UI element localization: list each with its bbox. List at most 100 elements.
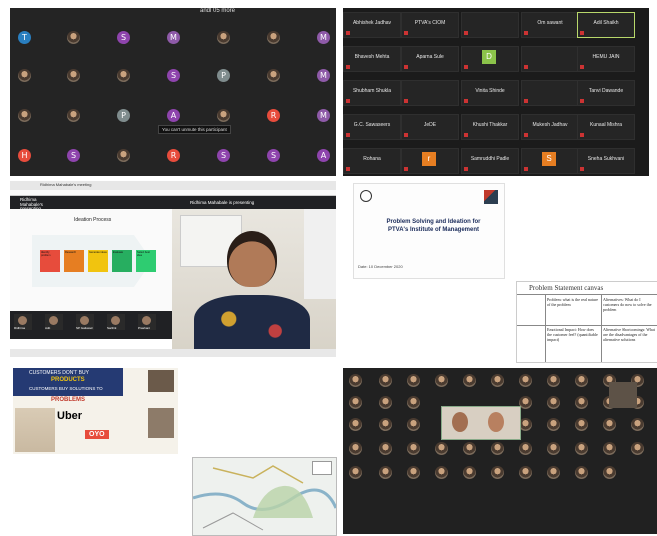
participant-avatar[interactable] bbox=[267, 69, 280, 82]
participant-avatar[interactable] bbox=[463, 374, 476, 387]
participant-avatar[interactable] bbox=[575, 442, 588, 455]
participant-avatar[interactable]: M bbox=[317, 31, 330, 44]
participant-avatar[interactable] bbox=[379, 466, 392, 479]
participant-avatar[interactable] bbox=[575, 396, 588, 409]
participant-avatar[interactable]: R bbox=[267, 109, 280, 122]
participant-avatar[interactable]: S bbox=[67, 149, 80, 162]
participant-tile[interactable]: PTVA's CIOM bbox=[401, 12, 459, 38]
participant-avatar[interactable] bbox=[547, 396, 560, 409]
participant-tile[interactable] bbox=[461, 12, 519, 38]
participant-avatar[interactable] bbox=[575, 374, 588, 387]
participant-avatar[interactable] bbox=[519, 442, 532, 455]
participant-avatar[interactable]: S bbox=[117, 31, 130, 44]
participant-tile[interactable]: S bbox=[521, 148, 579, 174]
participant-avatar[interactable]: P bbox=[217, 69, 230, 82]
participant-thumb[interactable]: Adit bbox=[45, 314, 63, 330]
participant-avatar[interactable] bbox=[349, 396, 362, 409]
participant-tile[interactable]: Shubham Shukla bbox=[343, 80, 401, 106]
participant-avatar[interactable] bbox=[547, 374, 560, 387]
participant-avatar[interactable] bbox=[435, 374, 448, 387]
participant-avatar[interactable] bbox=[267, 31, 280, 44]
participant-tile[interactable]: HEMU JAIN bbox=[577, 46, 635, 72]
participant-avatar[interactable]: S bbox=[217, 149, 230, 162]
participant-avatar[interactable] bbox=[407, 396, 420, 409]
participant-avatar[interactable] bbox=[217, 109, 230, 122]
participant-avatar[interactable]: S bbox=[167, 69, 180, 82]
participant-avatar[interactable] bbox=[407, 466, 420, 479]
participant-thumb[interactable]: Ridhima bbox=[14, 314, 32, 330]
participant-tile[interactable]: Khushi Thakkar bbox=[461, 114, 519, 140]
participant-avatar[interactable] bbox=[491, 374, 504, 387]
browser-tab[interactable]: Ridhima Mahabale's meeting bbox=[40, 182, 91, 187]
participant-avatar[interactable]: T bbox=[18, 31, 31, 44]
participant-avatar[interactable] bbox=[18, 109, 31, 122]
participant-tile[interactable]: Adil Shaikh bbox=[577, 12, 635, 38]
participant-avatar[interactable] bbox=[519, 374, 532, 387]
participant-avatar[interactable]: M bbox=[167, 31, 180, 44]
participant-tile[interactable]: r bbox=[401, 148, 459, 174]
participant-avatar[interactable] bbox=[463, 466, 476, 479]
participant-avatar[interactable] bbox=[547, 442, 560, 455]
participant-avatar[interactable] bbox=[435, 442, 448, 455]
participant-avatar[interactable] bbox=[18, 69, 31, 82]
participant-avatar[interactable] bbox=[407, 374, 420, 387]
participant-avatar[interactable] bbox=[379, 396, 392, 409]
participant-tile[interactable]: Rohana bbox=[343, 148, 401, 174]
participant-avatar[interactable] bbox=[575, 418, 588, 431]
participant-avatar[interactable]: P bbox=[117, 109, 130, 122]
participant-tile[interactable]: JeDE bbox=[401, 114, 459, 140]
participant-avatar[interactable] bbox=[575, 466, 588, 479]
participant-avatar[interactable] bbox=[603, 418, 616, 431]
participant-avatar[interactable]: M bbox=[317, 109, 330, 122]
participant-tile[interactable]: Aparna Sule bbox=[401, 46, 459, 72]
participant-avatar[interactable] bbox=[603, 442, 616, 455]
participant-avatar[interactable] bbox=[379, 374, 392, 387]
participant-avatar[interactable] bbox=[349, 418, 362, 431]
participant-avatar[interactable] bbox=[519, 466, 532, 479]
participant-avatar[interactable] bbox=[435, 466, 448, 479]
participant-avatar[interactable] bbox=[491, 466, 504, 479]
participant-tile[interactable]: Vinita Shinde bbox=[461, 80, 519, 106]
participant-avatar[interactable] bbox=[117, 69, 130, 82]
participant-tile[interactable]: Om sawant bbox=[521, 12, 579, 38]
participant-avatar[interactable] bbox=[349, 374, 362, 387]
participant-avatar[interactable] bbox=[463, 442, 476, 455]
participant-thumb[interactable]: SP Gaikwad bbox=[76, 314, 94, 330]
participant-avatar[interactable] bbox=[67, 109, 80, 122]
participant-tile[interactable]: Tanvi Dawande bbox=[577, 80, 635, 106]
participant-avatar[interactable] bbox=[117, 149, 130, 162]
participant-tile[interactable]: Kunaal Mishra bbox=[577, 114, 635, 140]
participant-thumb[interactable]: Sarthik bbox=[107, 314, 125, 330]
participant-tile[interactable]: Sneha Sukhvani bbox=[577, 148, 635, 174]
participant-avatar[interactable]: H bbox=[18, 149, 31, 162]
participant-avatar[interactable] bbox=[349, 442, 362, 455]
participant-tile[interactable]: Mukesh Jadhav bbox=[521, 114, 579, 140]
participant-avatar[interactable]: R bbox=[167, 149, 180, 162]
participant-avatar[interactable] bbox=[491, 442, 504, 455]
participant-tile[interactable]: D bbox=[461, 46, 519, 72]
participant-avatar[interactable] bbox=[547, 466, 560, 479]
participant-avatar[interactable] bbox=[407, 442, 420, 455]
participant-avatar[interactable] bbox=[407, 418, 420, 431]
participant-thumb[interactable]: Prashant bbox=[138, 314, 156, 330]
participant-avatar[interactable] bbox=[379, 418, 392, 431]
participant-avatar[interactable]: M bbox=[317, 69, 330, 82]
participant-tile[interactable]: G.C. Sawaseers bbox=[343, 114, 401, 140]
participant-avatar[interactable] bbox=[67, 31, 80, 44]
participant-avatar[interactable] bbox=[67, 69, 80, 82]
participant-avatar[interactable]: A bbox=[317, 149, 330, 162]
participant-tile[interactable] bbox=[521, 80, 579, 106]
participant-avatar[interactable] bbox=[631, 442, 644, 455]
participant-tile[interactable] bbox=[401, 80, 459, 106]
participant-tile[interactable] bbox=[521, 46, 579, 72]
participant-avatar[interactable] bbox=[349, 466, 362, 479]
participant-tile[interactable]: Abhishek Jadhav bbox=[343, 12, 401, 38]
participant-avatar[interactable] bbox=[631, 418, 644, 431]
participant-avatar[interactable]: A bbox=[167, 109, 180, 122]
participant-avatar[interactable] bbox=[547, 418, 560, 431]
participant-tile[interactable]: Bhavesh Mehta bbox=[343, 46, 401, 72]
participant-avatar[interactable] bbox=[603, 466, 616, 479]
participant-avatar[interactable] bbox=[217, 31, 230, 44]
participant-tile[interactable]: Samruddhi Padle bbox=[461, 148, 519, 174]
participant-avatar[interactable]: S bbox=[267, 149, 280, 162]
